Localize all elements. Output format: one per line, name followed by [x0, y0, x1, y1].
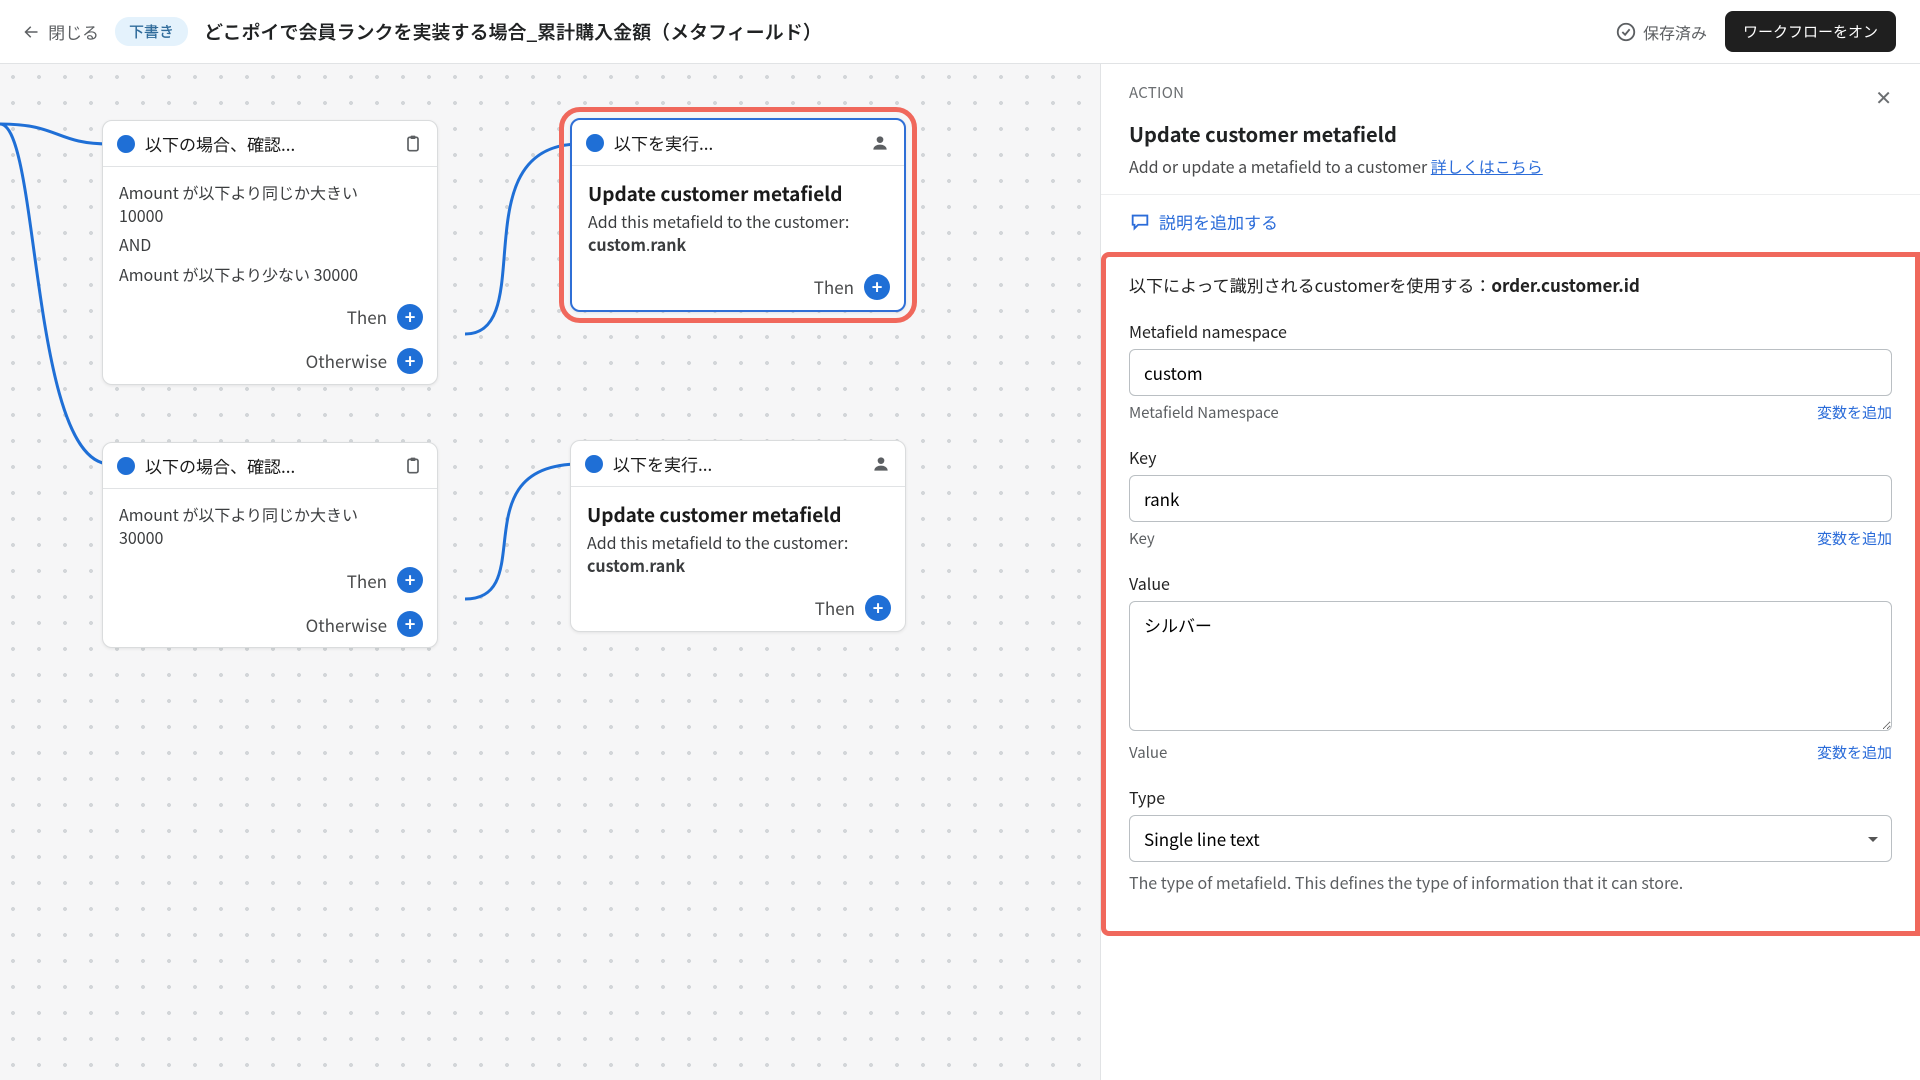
action-ns: custom [587, 553, 645, 577]
type-hint: The type of metafield. This defines the … [1129, 870, 1892, 894]
condition-node-2[interactable]: 以下の場合、確認... Amount が以下より同じか大きい 30000 The… [102, 442, 438, 648]
action-node-1[interactable]: 以下を実行... Update customer metafield Add t… [570, 118, 906, 312]
check-circle-icon [1615, 21, 1637, 43]
node-label: 以下を実行... [613, 451, 712, 476]
node-dot-icon [586, 134, 604, 152]
saved-status: 保存済み [1615, 20, 1707, 44]
key-hint: Key [1129, 528, 1155, 549]
panel-title: Update customer metafield [1101, 119, 1920, 154]
then-port[interactable]: Then+ [103, 296, 437, 340]
action-node-2[interactable]: 以下を実行... Update customer metafield Add t… [570, 440, 906, 632]
customer-id-line: 以下によって識別されるcustomerを使用する：order.customer.… [1129, 272, 1892, 297]
namespace-hint: Metafield Namespace [1129, 402, 1279, 423]
close-panel-button[interactable]: ✕ [1875, 82, 1892, 111]
header-bar: 閉じる 下書き どこポイで会員ランクを実装する場合_累計購入金額（メタフィールド… [0, 0, 1920, 64]
type-select[interactable]: Single line text [1129, 815, 1892, 862]
node-dot-icon [117, 457, 135, 475]
clipboard-icon [403, 134, 423, 154]
add-variable-link[interactable]: 変数を追加 [1817, 402, 1892, 423]
action-ns: custom [588, 232, 646, 256]
panel-label: ACTION [1129, 82, 1184, 103]
action-title: Update customer metafield [587, 501, 889, 529]
action-form: 以下によって識別されるcustomerを使用する：order.customer.… [1101, 252, 1920, 936]
node-label: 以下の場合、確認... [145, 453, 295, 478]
plus-icon[interactable]: + [397, 611, 423, 637]
workflow-title: どこポイで会員ランクを実装する場合_累計購入金額（メタフィールド） [204, 18, 822, 45]
add-description-button[interactable]: 説明を追加する [1101, 194, 1920, 252]
condition-op: AND [119, 233, 421, 256]
otherwise-port[interactable]: Otherwise+ [103, 603, 437, 647]
action-panel: ACTION ✕ Update customer metafield Add o… [1100, 64, 1920, 1080]
action-key: rank [650, 232, 686, 256]
back-icon [24, 23, 42, 41]
plus-icon[interactable]: + [397, 348, 423, 374]
plus-icon[interactable]: + [397, 567, 423, 593]
node-label: 以下を実行... [614, 130, 713, 155]
namespace-input[interactable] [1129, 349, 1892, 396]
speech-icon [1129, 211, 1151, 233]
key-input[interactable] [1129, 475, 1892, 522]
action-title: Update customer metafield [588, 180, 888, 208]
close-button[interactable]: 閉じる [24, 19, 99, 44]
action-key: rank [649, 553, 685, 577]
learn-more-link[interactable]: 詳しくはこちら [1431, 154, 1543, 178]
then-port[interactable]: Then+ [572, 266, 904, 310]
node-dot-icon [117, 135, 135, 153]
add-variable-link[interactable]: 変数を追加 [1817, 528, 1892, 549]
condition-text-2: Amount が以下より少ない 30000 [119, 262, 358, 286]
value-hint: Value [1129, 742, 1167, 763]
condition-node-1[interactable]: 以下の場合、確認... Amount が以下より同じか大きい 10000 AND… [102, 120, 438, 385]
add-variable-link[interactable]: 変数を追加 [1817, 742, 1892, 763]
panel-desc: Add or update a metafield to a customer … [1101, 154, 1920, 194]
person-icon [871, 454, 891, 474]
key-label: Key [1129, 445, 1892, 469]
person-icon [870, 133, 890, 153]
clipboard-icon [403, 456, 423, 476]
draft-badge: 下書き [115, 17, 188, 46]
node-dot-icon [585, 455, 603, 473]
plus-icon[interactable]: + [865, 595, 891, 621]
condition-text: Amount が以下より同じか大きい [119, 502, 358, 526]
condition-value: 30000 [119, 525, 163, 549]
value-textarea[interactable] [1129, 601, 1892, 731]
value-label: Value [1129, 571, 1892, 595]
action-desc: Add this metafield to the customer: [588, 209, 849, 233]
then-port[interactable]: Then+ [571, 587, 905, 631]
plus-icon[interactable]: + [397, 304, 423, 330]
otherwise-port[interactable]: Otherwise+ [103, 340, 437, 384]
type-label: Type [1129, 785, 1892, 809]
condition-value: 10000 [119, 203, 163, 227]
condition-text: Amount が以下より同じか大きい [119, 180, 358, 204]
then-port[interactable]: Then+ [103, 559, 437, 603]
turn-on-workflow-button[interactable]: ワークフローをオン [1725, 11, 1896, 52]
action-desc: Add this metafield to the customer: [587, 530, 848, 554]
namespace-label: Metafield namespace [1129, 319, 1892, 343]
node-label: 以下の場合、確認... [145, 131, 295, 156]
plus-icon[interactable]: + [864, 274, 890, 300]
